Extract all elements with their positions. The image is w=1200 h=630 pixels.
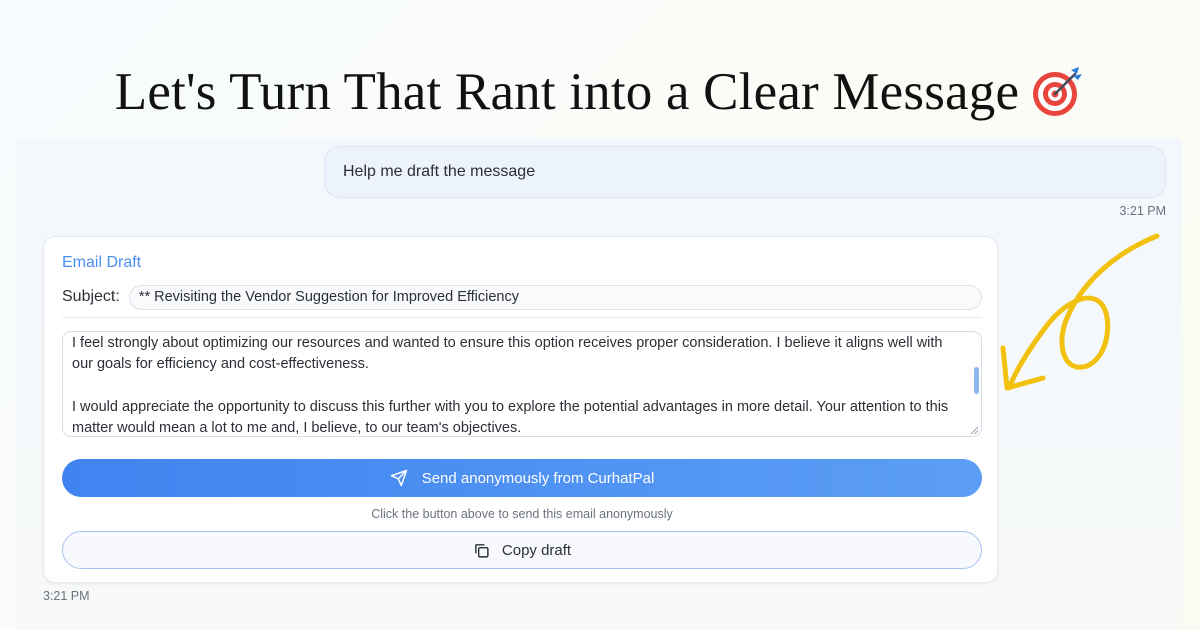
card-divider [62,317,982,318]
send-button-label: Send anonymously from CurhatPal [421,469,655,487]
subject-value: ** Revisiting the Vendor Suggestion for … [138,289,519,305]
curly-arrow-doodle-icon [1000,233,1160,391]
copy-button-label: Copy draft [501,541,572,559]
bot-message-timestamp: 3:21 PM [43,589,90,603]
subject-row: Subject: ** Revisiting the Vendor Sugges… [62,284,982,310]
page-headline: Let's Turn That Rant into a Clear Messag… [0,62,1200,122]
email-draft-card: Email Draft Subject: ** Revisiting the V… [43,236,998,583]
user-message-text: Help me draft the message [343,163,536,180]
email-draft-title: Email Draft [62,254,142,271]
send-anonymously-button[interactable]: Send anonymously from CurhatPal [62,459,982,497]
send-hint-text: Click the button above to send this emai… [371,507,673,521]
subject-label: Subject: [62,288,120,305]
resize-grip-icon[interactable] [970,426,979,435]
email-body-textarea[interactable]: I feel strongly about optimizing our res… [62,331,982,437]
copy-draft-button[interactable]: Copy draft [62,531,982,569]
headline-text: Let's Turn That Rant into a Clear Messag… [114,63,1020,121]
subject-field[interactable]: ** Revisiting the Vendor Suggestion for … [128,284,982,310]
textarea-scrollbar[interactable] [974,367,979,394]
user-message-timestamp: 3:21 PM [1119,204,1166,218]
user-message-bubble: Help me draft the message [324,146,1166,198]
direct-hit-target-icon [1033,67,1083,116]
paper-plane-icon [390,469,407,487]
copy-icon [475,543,489,558]
email-body-text: I feel strongly about optimizing our res… [72,335,949,437]
